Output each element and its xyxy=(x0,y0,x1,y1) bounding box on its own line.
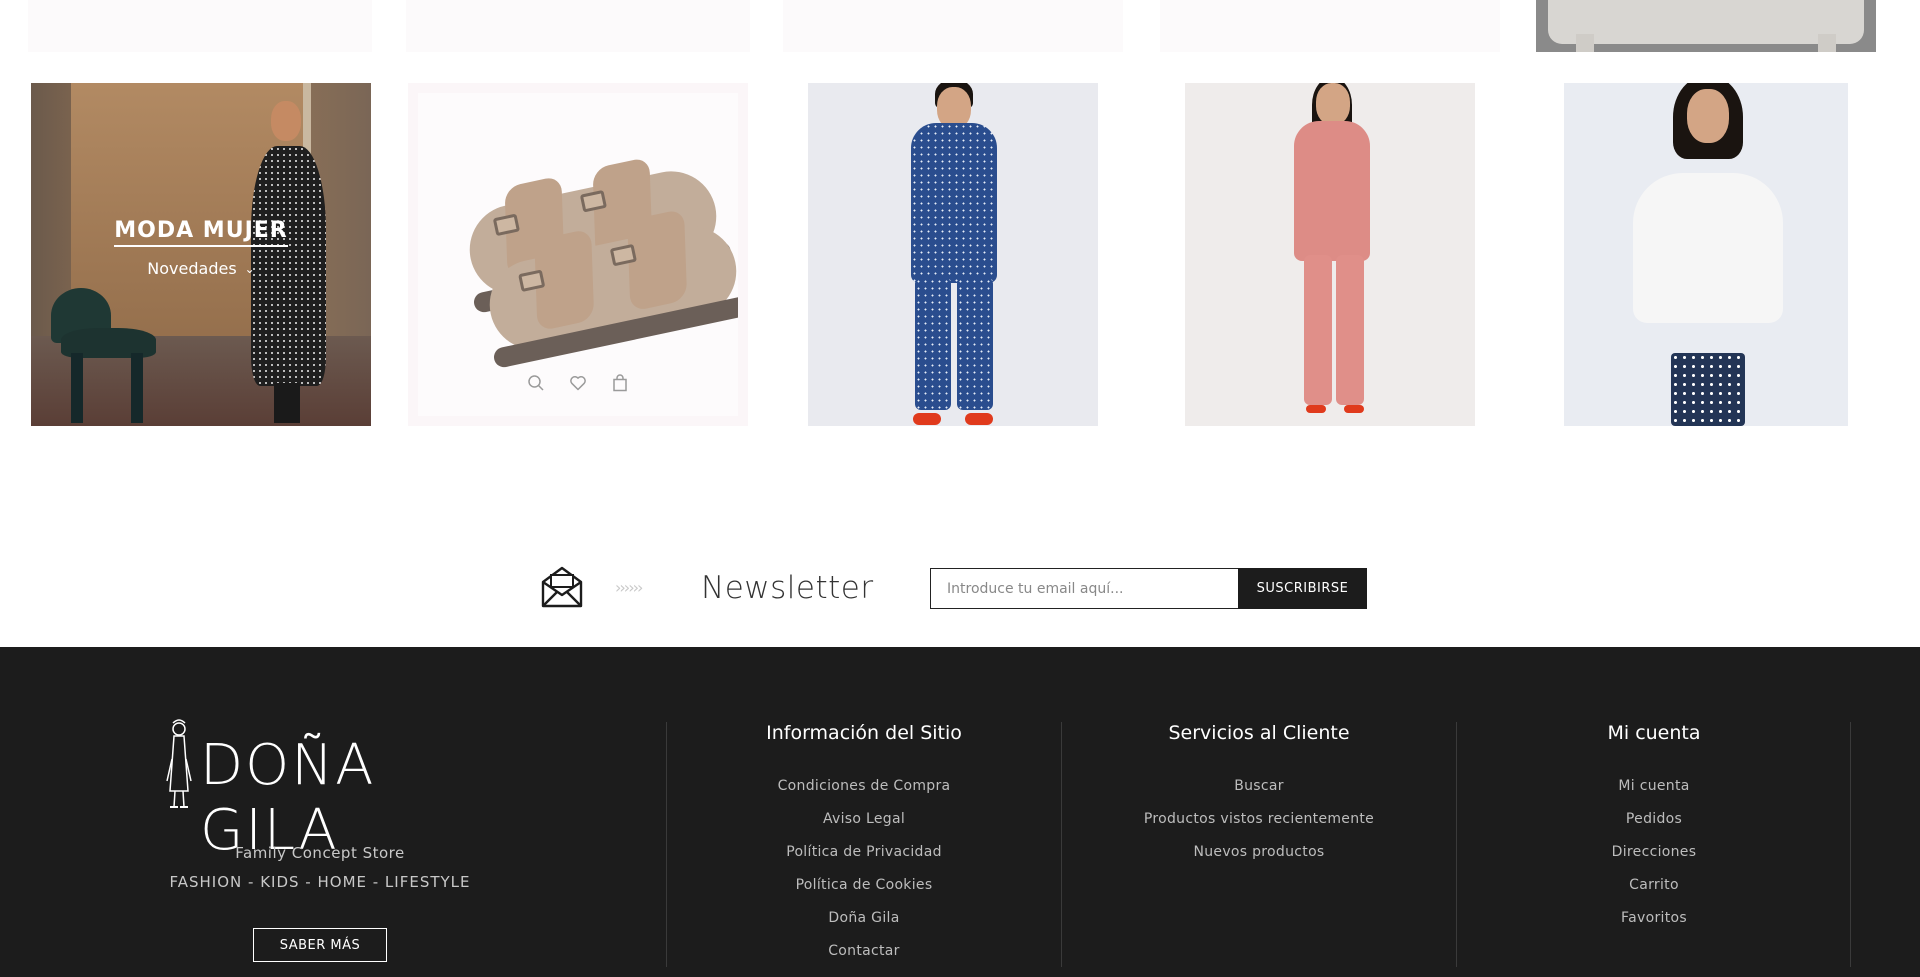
footer-link[interactable]: Buscar xyxy=(1062,778,1456,811)
product-card-white-blouse[interactable] xyxy=(1564,83,1848,426)
footer-link[interactable]: Política de Cookies xyxy=(667,877,1061,910)
footer-link[interactable]: Condiciones de Compra xyxy=(667,778,1061,811)
footer-column-my-account: Mi cuenta Mi cuenta Pedidos Direcciones … xyxy=(1456,722,1851,967)
product-card-pink-suit[interactable] xyxy=(1185,83,1475,426)
product-image xyxy=(418,93,738,416)
sandal-sole xyxy=(492,294,738,370)
footer-link[interactable]: Productos vistos recientemente xyxy=(1062,811,1456,844)
footer-link[interactable]: Pedidos xyxy=(1457,811,1851,844)
product-image xyxy=(1548,0,1864,44)
column-title: Información del Sitio xyxy=(766,722,962,744)
chevron-down-icon: ⌄ xyxy=(244,262,255,276)
model-leg xyxy=(957,278,993,410)
category-banner[interactable]: MODA MUJER Novedades ⌄ xyxy=(31,83,371,426)
chair-leg xyxy=(131,353,143,423)
brand-tagline: Family Concept Store xyxy=(235,844,405,862)
search-icon[interactable] xyxy=(526,373,546,393)
column-title: Mi cuenta xyxy=(1607,722,1701,744)
model-legs xyxy=(274,383,300,423)
footer-link[interactable]: Doña Gila xyxy=(667,910,1061,943)
model-blazer xyxy=(1294,121,1370,261)
product-image-detail xyxy=(1576,34,1594,52)
product-row: MODA MUJER Novedades ⌄ xyxy=(0,83,1920,427)
model-shoe xyxy=(1344,405,1364,413)
model-shoe xyxy=(913,413,941,425)
product-card[interactable] xyxy=(783,0,1123,52)
footer-column-site-info: Información del Sitio Condiciones de Com… xyxy=(666,722,1061,967)
product-image xyxy=(1601,83,1811,426)
footer-column-customer-service: Servicios al Cliente Buscar Productos vi… xyxy=(1061,722,1456,967)
brand-categories: FASHION - KIDS - HOME - LIFESTYLE xyxy=(169,873,471,891)
bag-icon[interactable] xyxy=(610,373,630,393)
footer-link[interactable]: Favoritos xyxy=(1457,910,1851,943)
product-card[interactable] xyxy=(28,0,372,52)
footer-link[interactable]: Nuevos productos xyxy=(1062,844,1456,877)
heart-icon[interactable] xyxy=(568,373,588,393)
footer-link-list: Mi cuenta Pedidos Direcciones Carrito Fa… xyxy=(1457,778,1851,943)
decorative-arrows: ›››››› xyxy=(615,578,643,597)
model-pants xyxy=(1671,353,1745,426)
footer-link[interactable]: Aviso Legal xyxy=(667,811,1061,844)
newsletter-email-input[interactable] xyxy=(930,568,1238,609)
model-leg xyxy=(1304,255,1332,405)
product-card[interactable] xyxy=(1160,0,1500,52)
novedades-dropdown[interactable]: Novedades ⌄ xyxy=(31,259,371,278)
model-shoe xyxy=(1306,405,1326,413)
product-image xyxy=(893,83,1013,426)
footer-link-list: Buscar Productos vistos recientemente Nu… xyxy=(1062,778,1456,877)
banner-overlay: MODA MUJER Novedades ⌄ xyxy=(31,218,371,278)
footer-brand: DOÑA GILA Family Concept Store FASHION -… xyxy=(0,647,640,977)
column-divider xyxy=(1850,722,1851,967)
column-title: Servicios al Cliente xyxy=(1168,722,1350,744)
model-leg xyxy=(915,278,951,410)
site-footer: DOÑA GILA Family Concept Store FASHION -… xyxy=(0,647,1920,977)
footer-link-list: Condiciones de Compra Aviso Legal Políti… xyxy=(667,778,1061,976)
product-card-jumpsuit[interactable] xyxy=(808,83,1098,426)
model-head xyxy=(1687,89,1729,143)
banner-title[interactable]: MODA MUJER xyxy=(114,218,288,247)
product-card-sandals[interactable] xyxy=(408,83,748,426)
model-top xyxy=(911,123,997,283)
logo-figure-icon xyxy=(166,719,192,808)
model-leg xyxy=(1336,255,1364,405)
model-head xyxy=(1316,83,1350,125)
envelope-icon xyxy=(541,566,583,608)
footer-link[interactable]: Direcciones xyxy=(1457,844,1851,877)
model-head xyxy=(271,101,301,141)
newsletter-section: ›››››› Newsletter SUSCRIBIRSE xyxy=(0,560,1920,620)
product-image xyxy=(1270,83,1390,426)
footer-link[interactable]: Carrito xyxy=(1457,877,1851,910)
footer-link[interactable]: Mi cuenta xyxy=(1457,778,1851,811)
banner-image-chair xyxy=(51,288,171,426)
footer-link[interactable]: Contactar xyxy=(667,943,1061,976)
newsletter-title: Newsletter xyxy=(701,570,874,606)
dropdown-label: Novedades xyxy=(147,259,237,278)
chair-leg xyxy=(71,353,83,423)
product-image-detail xyxy=(1818,34,1836,52)
footer-link[interactable]: Política de Privacidad xyxy=(667,844,1061,877)
saber-mas-button[interactable]: SABER MÁS xyxy=(253,928,387,962)
previous-product-row xyxy=(0,0,1920,52)
product-card[interactable] xyxy=(1536,0,1876,52)
subscribe-button[interactable]: SUSCRIBIRSE xyxy=(1238,568,1367,609)
model-shoe xyxy=(965,413,993,425)
brand-logo[interactable]: DOÑA GILA xyxy=(162,719,482,863)
product-actions xyxy=(418,373,738,393)
product-card[interactable] xyxy=(406,0,750,52)
model-blouse xyxy=(1633,173,1783,323)
